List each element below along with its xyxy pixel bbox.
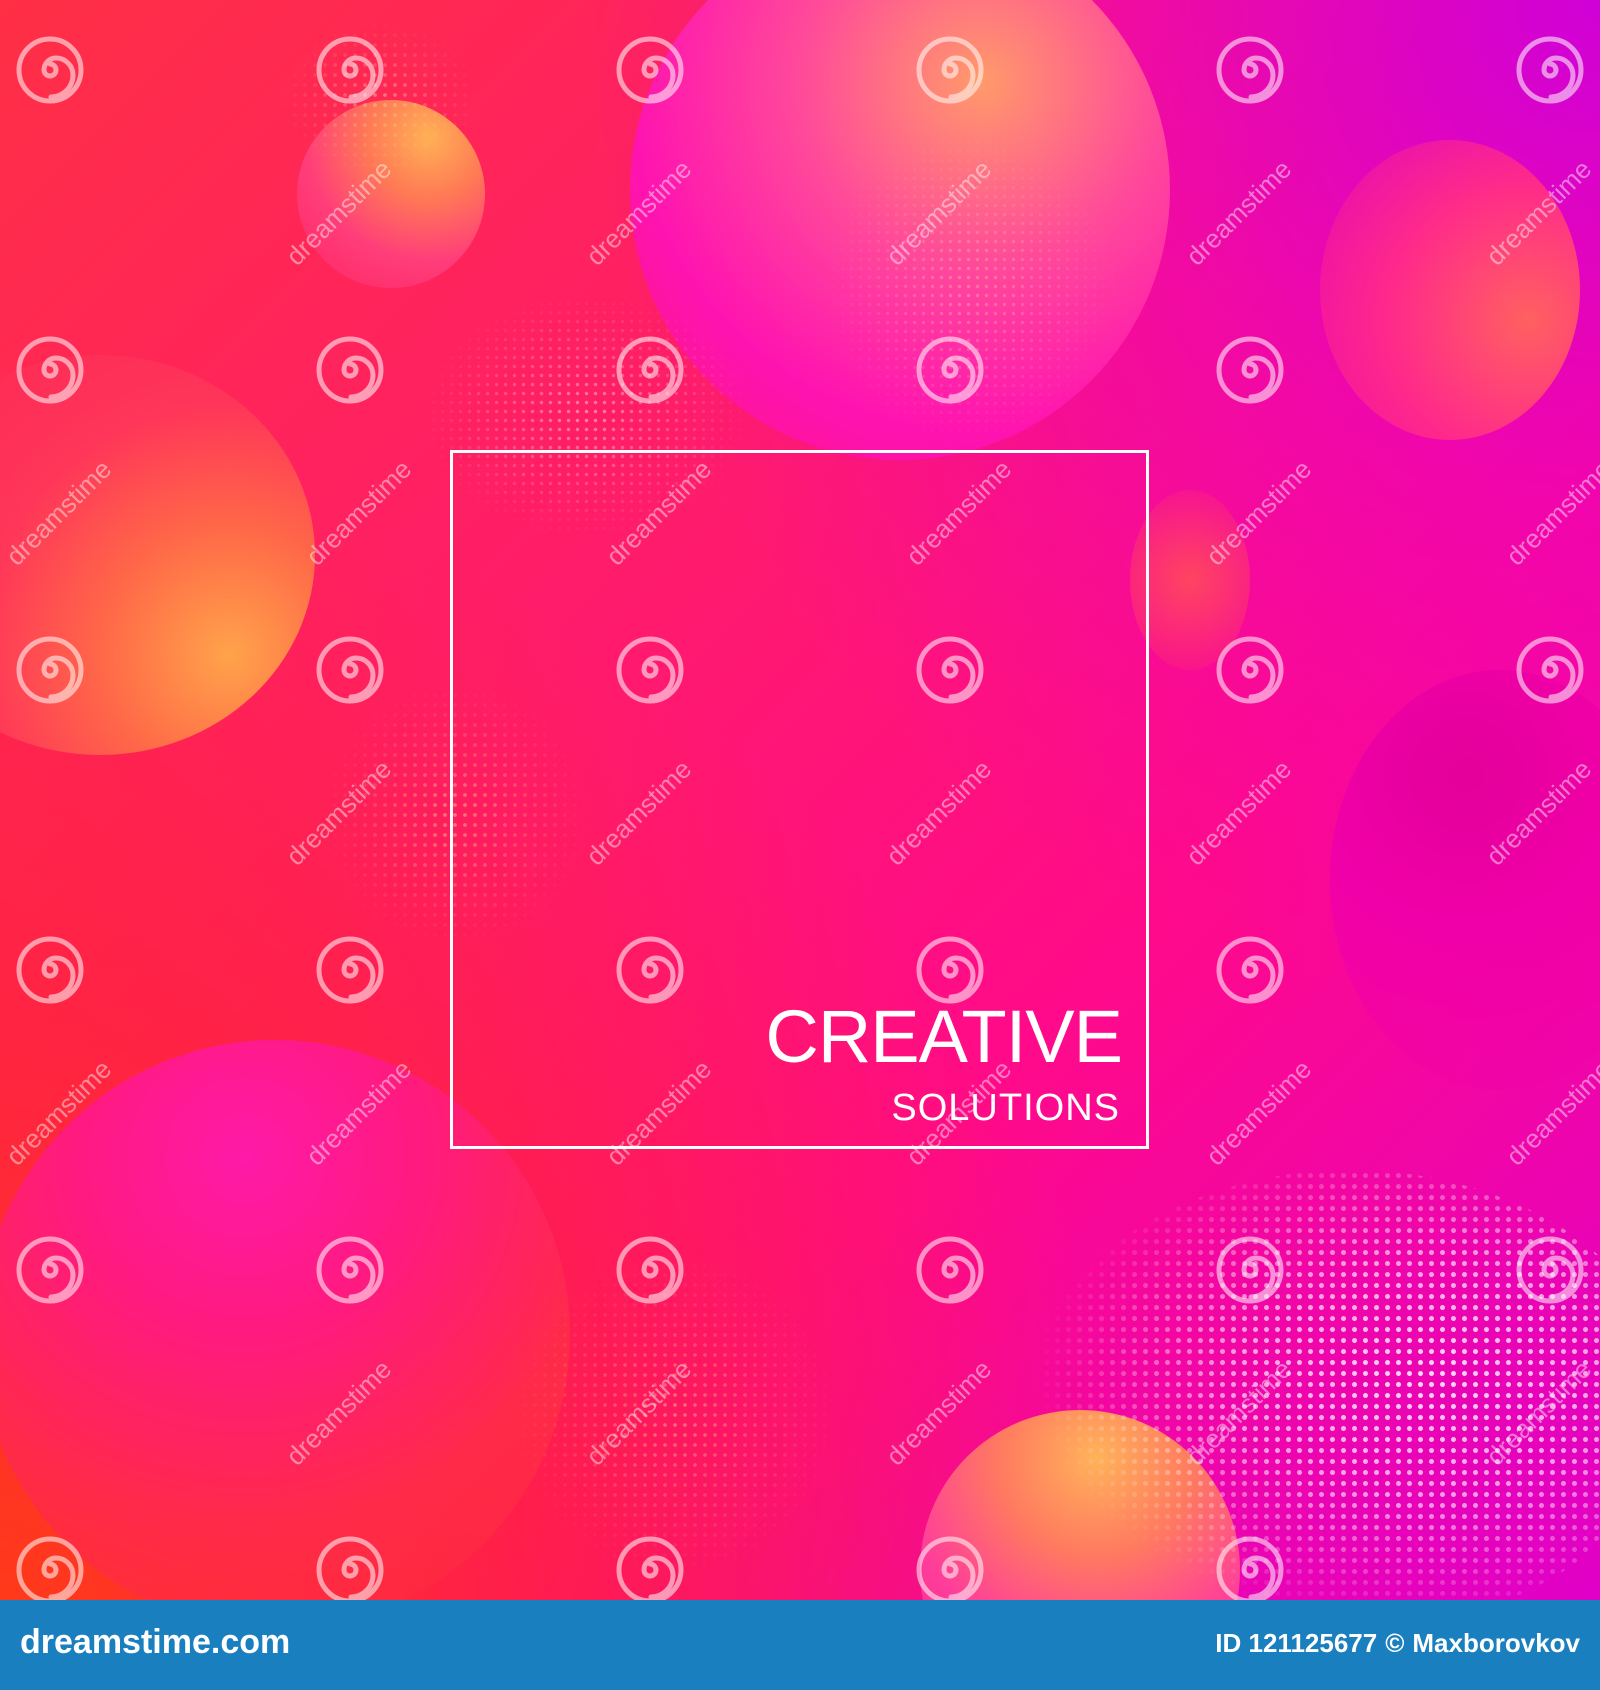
watermark-spiral-icon [615, 1535, 685, 1600]
watermark-spiral-icon [315, 935, 385, 1005]
watermark-spiral-icon [1515, 35, 1585, 105]
watermark-spiral-icon [315, 335, 385, 405]
watermark-spiral-icon [915, 1535, 985, 1600]
watermark-spiral-icon [15, 335, 85, 405]
watermark-text: dreamstime [1200, 1053, 1318, 1172]
author-name[interactable]: Maxborovkov [1412, 1628, 1580, 1658]
watermark-spiral-icon [615, 1235, 685, 1305]
watermark-spiral-icon [315, 35, 385, 105]
watermark-text: dreamstime [1180, 753, 1298, 872]
watermark-spiral-icon [915, 1235, 985, 1305]
watermark-spiral-icon [15, 1235, 85, 1305]
watermark-spiral-icon [915, 35, 985, 105]
footer-site-name[interactable]: dreamstime.com [20, 1623, 290, 1662]
footer-credit: ID 121125677 © Maxborovkov [1207, 1628, 1580, 1659]
sphere-right-middle [1330, 670, 1600, 1090]
watermark-spiral-icon [315, 1235, 385, 1305]
watermark-spiral-icon [1215, 35, 1285, 105]
watermark-spiral-icon [915, 935, 985, 1005]
watermark-spiral-icon [1215, 1235, 1285, 1305]
image-id: ID 121125677 [1215, 1628, 1378, 1658]
watermark-spiral-icon [1215, 1535, 1285, 1600]
watermark-spiral-icon [615, 635, 685, 705]
watermark-spiral-icon [15, 35, 85, 105]
watermark-spiral-icon [1215, 635, 1285, 705]
watermark-text: dreamstime [1500, 453, 1600, 572]
watermark-spiral-icon [315, 1535, 385, 1600]
watermark-spiral-icon [1515, 1235, 1585, 1305]
artwork: CREATIVE SOLUTIONS dreamstime dreamstime d… [0, 0, 1600, 1600]
sphere-right-top [1320, 140, 1580, 440]
watermark-spiral-icon [915, 635, 985, 705]
watermark-spiral-icon [1215, 935, 1285, 1005]
watermark-spiral-icon [915, 335, 985, 405]
watermark-spiral-icon [15, 1535, 85, 1600]
subheadline-text: SOLUTIONS [891, 1087, 1120, 1129]
watermark-text: dreamstime [300, 453, 418, 572]
copyright-symbol: © [1385, 1628, 1405, 1658]
square-frame: CREATIVE SOLUTIONS [450, 450, 1149, 1149]
watermark-text: dreamstime [1180, 153, 1298, 272]
watermark-spiral-icon [615, 935, 685, 1005]
watermark-spiral-icon [315, 635, 385, 705]
watermark-spiral-icon [615, 35, 685, 105]
headline-text: CREATIVE [765, 995, 1123, 1078]
stock-image: CREATIVE SOLUTIONS dreamstime dreamstime d… [0, 0, 1600, 1690]
watermark-spiral-icon [15, 935, 85, 1005]
watermark-spiral-icon [615, 335, 685, 405]
watermark-spiral-icon [1215, 335, 1285, 405]
footer-bar: dreamstime.com ID 121125677 © Maxborovkov [0, 1600, 1600, 1690]
watermark-spiral-icon [15, 635, 85, 705]
watermark-spiral-icon [1515, 635, 1585, 705]
